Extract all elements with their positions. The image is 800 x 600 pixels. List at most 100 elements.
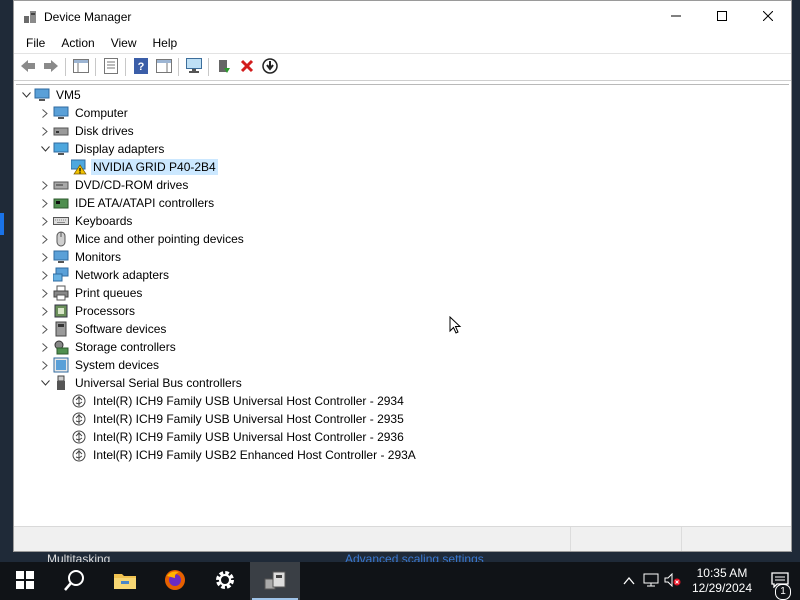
tree-item-label: Computer [75, 106, 128, 120]
chevron-down-icon[interactable] [18, 86, 34, 104]
network-tray-button[interactable] [640, 573, 662, 590]
chevron-right-icon[interactable] [37, 266, 53, 284]
tree-item-nvidia-grid[interactable]: NVIDIA GRID P40-2B4 [70, 158, 218, 176]
tree-item-print-queues[interactable]: Print queues [37, 284, 144, 302]
chevron-right-icon[interactable] [37, 212, 53, 230]
start-button[interactable] [0, 562, 50, 600]
uninstall-device-button[interactable] [235, 56, 258, 78]
back-button[interactable] [16, 56, 39, 78]
printer-icon [53, 285, 69, 301]
storage-controller-icon [53, 339, 69, 355]
chevron-right-icon[interactable] [37, 356, 53, 374]
chevron-right-icon[interactable] [37, 284, 53, 302]
volume-tray-button[interactable] [662, 572, 684, 590]
tree-item-label: Storage controllers [75, 340, 176, 354]
tree-item-label: Print queues [75, 286, 143, 300]
disk-drive-icon [53, 123, 69, 139]
minimize-icon [671, 10, 681, 24]
tree-item-display-adapters[interactable]: Display adapters [37, 140, 166, 158]
maximize-button[interactable] [699, 1, 745, 32]
minimize-button[interactable] [653, 1, 699, 32]
tree-item-usb-controllers[interactable]: Universal Serial Bus controllers [37, 374, 244, 392]
tree-item-label: Network adapters [75, 268, 170, 282]
tree-item-computer[interactable]: Computer [37, 104, 130, 122]
action-center-button[interactable]: 1 [760, 571, 800, 600]
tree-item-usb-host-2934[interactable]: Intel(R) ICH9 Family USB Universal Host … [71, 392, 406, 410]
menu-action[interactable]: Action [53, 36, 102, 50]
firefox-button[interactable] [150, 562, 200, 600]
tree-item-label: Intel(R) ICH9 Family USB Universal Host … [93, 412, 404, 426]
tree-item-label: Intel(R) ICH9 Family USB Universal Host … [93, 394, 404, 408]
tree-item-usb-host-2935[interactable]: Intel(R) ICH9 Family USB Universal Host … [71, 410, 406, 428]
menu-help[interactable]: Help [145, 36, 186, 50]
chevron-right-icon[interactable] [37, 302, 53, 320]
tree-item-keyboards[interactable]: Keyboards [37, 212, 134, 230]
chevron-right-icon[interactable] [37, 176, 53, 194]
tree-item-dvd-drives[interactable]: DVD/CD-ROM drives [37, 176, 190, 194]
tree-item-label: Universal Serial Bus controllers [75, 376, 242, 390]
tree-item-storage-controllers[interactable]: Storage controllers [37, 338, 178, 356]
properties-button[interactable] [99, 56, 122, 78]
search-icon [64, 569, 86, 594]
tree-item-usb2-enhanced-293a[interactable]: Intel(R) ICH9 Family USB2 Enhanced Host … [71, 446, 418, 464]
dvd-drive-icon [53, 177, 69, 193]
tree-item-label: Monitors [75, 250, 122, 264]
svg-text:?: ? [137, 61, 144, 73]
mouse-cursor-icon [449, 316, 462, 334]
device-manager-taskbar-button[interactable] [250, 562, 300, 600]
help-button[interactable]: ? [129, 56, 152, 78]
tree-root[interactable]: VM5 [18, 86, 83, 104]
tree-item-ide-controllers[interactable]: IDE ATA/ATAPI controllers [37, 194, 216, 212]
ide-controller-icon [53, 195, 69, 211]
menu-view[interactable]: View [103, 36, 145, 50]
chevron-right-icon[interactable] [37, 194, 53, 212]
status-bar-section [14, 527, 571, 551]
device-tree[interactable]: VM5 Computer Disk drives Display adapter… [16, 84, 789, 527]
show-hide-tree-button[interactable] [69, 56, 92, 78]
update-driver-icon [217, 58, 231, 77]
chevron-right-icon[interactable] [37, 248, 53, 266]
tree-item-monitors[interactable]: Monitors [37, 248, 123, 266]
tree-item-disk-drives[interactable]: Disk drives [37, 122, 136, 140]
close-icon [762, 10, 774, 24]
chevron-down-icon[interactable] [37, 374, 53, 392]
toolbar-separator [178, 58, 179, 76]
search-button[interactable] [50, 562, 100, 600]
device-manager-icon [263, 569, 287, 594]
help-icon: ? [133, 57, 148, 77]
chevron-right-icon[interactable] [37, 320, 53, 338]
chevron-down-icon[interactable] [37, 140, 53, 158]
show-hidden-icons-button[interactable] [618, 574, 640, 588]
action-pane-button[interactable] [152, 56, 175, 78]
toolbar-separator [208, 58, 209, 76]
tree-item-software-devices[interactable]: Software devices [37, 320, 168, 338]
settings-button[interactable] [200, 562, 250, 600]
toolbar-separator [65, 58, 66, 76]
disable-device-button[interactable] [258, 56, 281, 78]
chevron-right-icon[interactable] [37, 104, 53, 122]
clock[interactable]: 10:35 AM 12/29/2024 [692, 566, 752, 596]
chevron-right-icon[interactable] [37, 230, 53, 248]
menu-file[interactable]: File [18, 36, 53, 50]
background-multitasking-text: Multitasking [47, 552, 111, 562]
scan-hardware-button[interactable] [182, 56, 205, 78]
chevron-right-icon[interactable] [37, 338, 53, 356]
software-device-icon [53, 321, 69, 337]
update-driver-button[interactable] [212, 56, 235, 78]
tree-item-processors[interactable]: Processors [37, 302, 137, 320]
scan-hardware-icon [185, 58, 202, 76]
firefox-icon [163, 568, 187, 595]
close-button[interactable] [745, 1, 791, 32]
tree-item-mice[interactable]: Mice and other pointing devices [37, 230, 246, 248]
tree-item-network-adapters[interactable]: Network adapters [37, 266, 171, 284]
forward-button[interactable] [39, 56, 62, 78]
tree-item-label: Intel(R) ICH9 Family USB Universal Host … [93, 430, 404, 444]
tree-item-label: Software devices [75, 322, 167, 336]
tree-item-label: Mice and other pointing devices [75, 232, 244, 246]
tree-item-label: Intel(R) ICH9 Family USB2 Enhanced Host … [93, 448, 416, 462]
title-bar[interactable]: Device Manager [14, 1, 791, 33]
tree-item-usb-host-2936[interactable]: Intel(R) ICH9 Family USB Universal Host … [71, 428, 406, 446]
chevron-right-icon[interactable] [37, 122, 53, 140]
tree-item-system-devices[interactable]: System devices [37, 356, 161, 374]
file-explorer-button[interactable] [100, 562, 150, 600]
